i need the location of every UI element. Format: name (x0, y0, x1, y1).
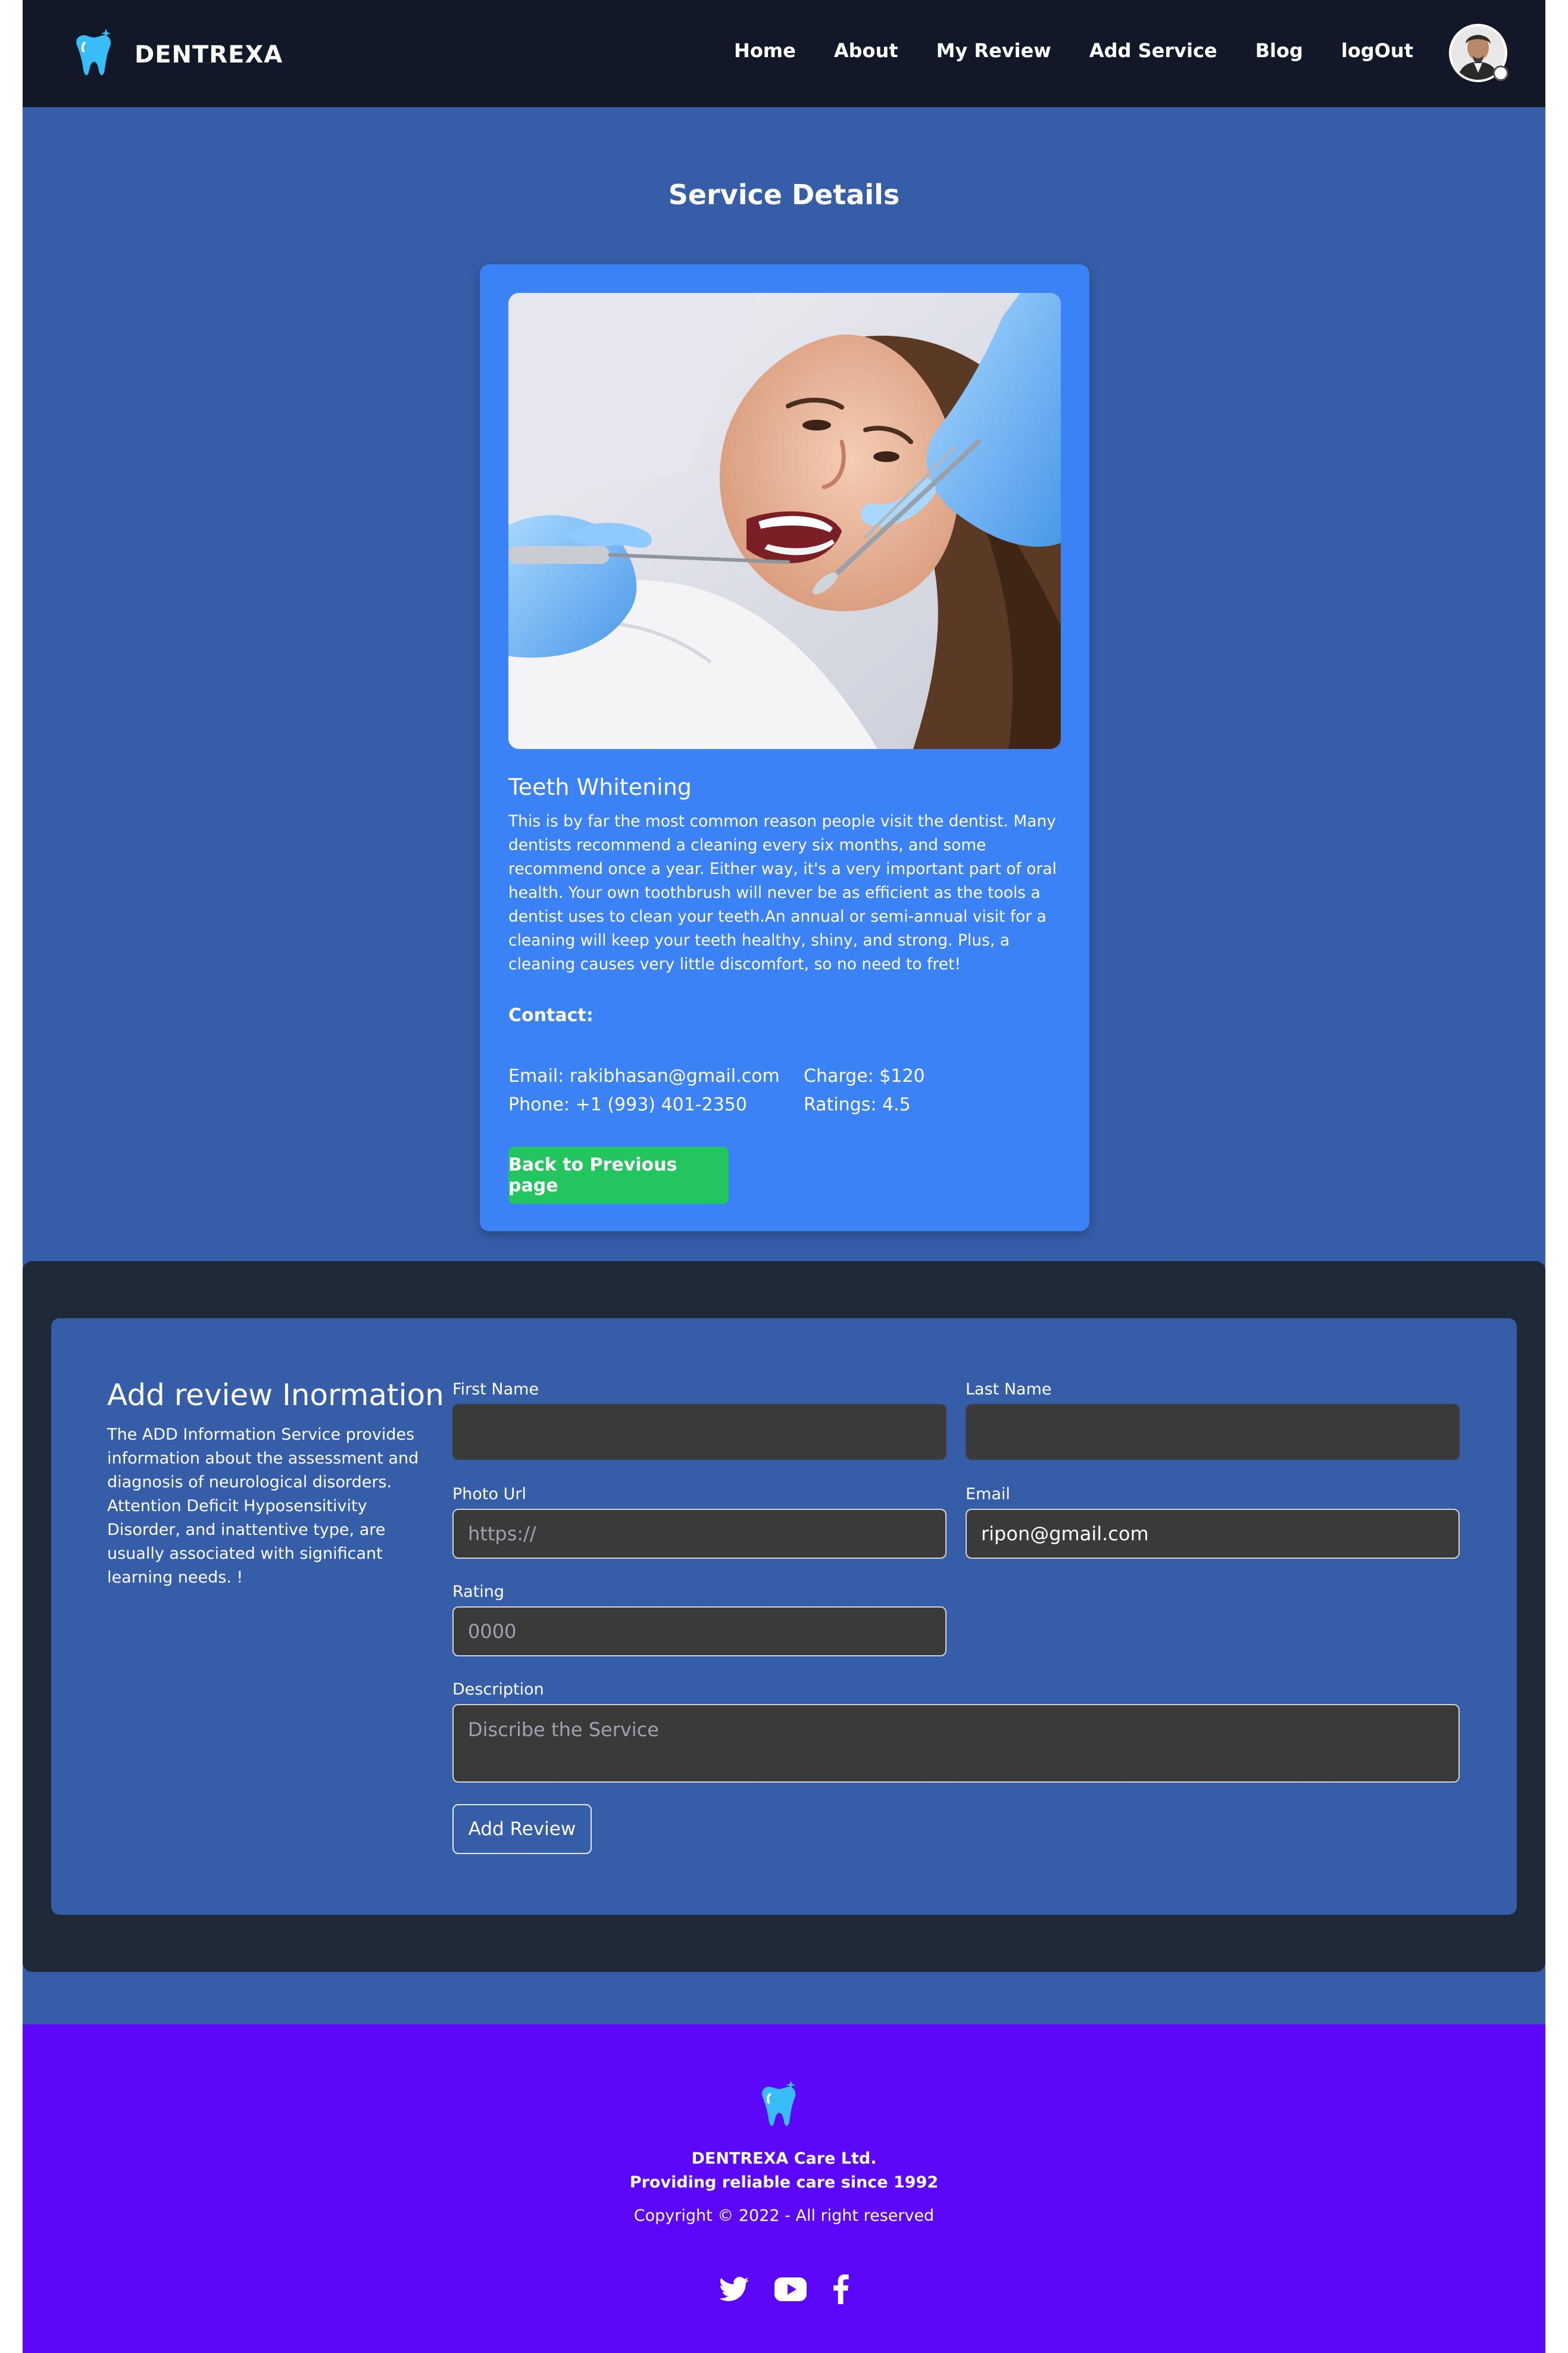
photo-url-field[interactable]: https:// (452, 1509, 947, 1559)
contact-phone: Phone: +1 (993) 401-2350 (508, 1094, 747, 1115)
nav-links: Home About My Review Add Service Blog lo… (734, 39, 1413, 62)
back-button[interactable]: Back to Previous page (508, 1147, 729, 1204)
first-name-label: First Name (452, 1380, 539, 1399)
description-field[interactable]: Discribe the Service (452, 1704, 1460, 1783)
rating-label: Rating (452, 1583, 505, 1601)
review-title: Add review Inormation (107, 1378, 444, 1412)
nav-about[interactable]: About (834, 39, 898, 62)
youtube-icon[interactable] (774, 2277, 807, 2301)
nav-home[interactable]: Home (734, 39, 796, 62)
contact-info: Email: rakibhasan@gmail.com Phone: +1 (9… (508, 1062, 780, 1119)
photo-url-label: Photo Url (452, 1485, 526, 1503)
facebook-icon[interactable] (832, 2274, 849, 2304)
rating-field[interactable]: 0000 (452, 1606, 947, 1656)
online-status-dot (1493, 65, 1508, 81)
tooth-logo-icon (76, 29, 111, 76)
footer-copyright: Copyright © 2022 - All right reserved (633, 2207, 935, 2225)
navbar: DENTREXA Home About My Review Add Servic… (23, 0, 1545, 107)
footer: DENTREXA Care Ltd. Providing reliable ca… (23, 2024, 1545, 2353)
twitter-icon[interactable] (719, 2277, 749, 2302)
footer-tagline: Providing reliable care since 1992 (629, 2173, 939, 2192)
last-name-field[interactable] (966, 1404, 1460, 1460)
nav-blog[interactable]: Blog (1255, 39, 1303, 62)
brand[interactable]: DENTREXA (71, 29, 283, 81)
service-charge: Charge: $120 (804, 1066, 925, 1087)
review-card: Add review Inormation The ADD Informatio… (51, 1318, 1517, 1915)
dental-patient-image (508, 293, 1061, 749)
service-meta: Charge: $120 Ratings: 4.5 (804, 1062, 925, 1119)
service-ratings: Ratings: 4.5 (804, 1094, 911, 1115)
last-name-label: Last Name (966, 1380, 1052, 1399)
service-name: Teeth Whitening (508, 774, 692, 800)
service-card: Teeth Whitening This is by far the most … (480, 264, 1089, 1231)
footer-company: DENTREXA Care Ltd. (691, 2149, 877, 2168)
first-name-field[interactable] (452, 1404, 947, 1460)
social-links (719, 2274, 849, 2304)
nav-my-review[interactable]: My Review (936, 39, 1051, 62)
email-field[interactable]: ripon@gmail.com (966, 1509, 1460, 1559)
footer-tooth-logo-icon (761, 2080, 796, 2126)
service-description: This is by far the most common reason pe… (508, 812, 1057, 973)
service-photo (508, 293, 1061, 749)
email-label: Email (966, 1485, 1010, 1503)
brand-name: DENTREXA (135, 41, 283, 68)
review-description: The ADD Information Service provides inf… (107, 1425, 419, 1587)
nav-logout[interactable]: logOut (1341, 39, 1413, 62)
nav-add-service[interactable]: Add Service (1089, 39, 1217, 62)
description-label: Description (452, 1680, 544, 1699)
review-section: Add review Inormation The ADD Informatio… (23, 1261, 1545, 1972)
page-title: Service Details (668, 179, 900, 211)
add-review-button[interactable]: Add Review (452, 1804, 592, 1854)
page-frame: DENTREXA Home About My Review Add Servic… (23, 0, 1545, 2353)
contact-email: Email: rakibhasan@gmail.com (508, 1066, 780, 1087)
contact-heading: Contact: (508, 1005, 594, 1026)
